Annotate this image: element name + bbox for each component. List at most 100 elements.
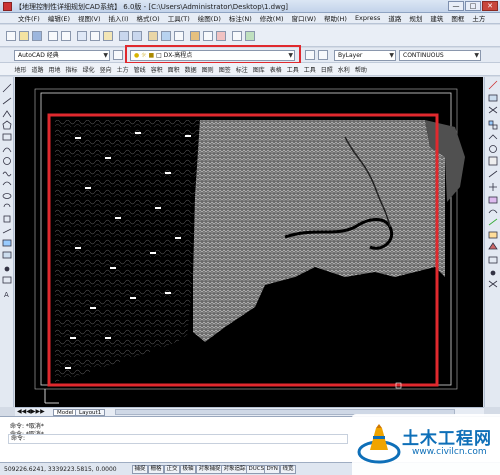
plugin-item[interactable]: 土方 <box>114 65 131 74</box>
plugin-item[interactable]: 日照 <box>318 65 335 74</box>
color-value: ByLayer <box>338 52 363 59</box>
design-center-icon[interactable] <box>203 31 213 41</box>
plugin-item[interactable]: 面积 <box>165 65 182 74</box>
plugin-item[interactable]: 帮助 <box>352 65 369 74</box>
layer-previous-icon[interactable] <box>318 50 328 60</box>
zoom-window-icon[interactable] <box>174 31 184 41</box>
paste-icon[interactable] <box>103 31 113 41</box>
plugin-item[interactable]: 工具 <box>301 65 318 74</box>
logo-icon <box>357 424 401 464</box>
menu-earthwork[interactable]: 土方 <box>468 13 489 23</box>
window-title: 【地理控制性详细规划CAD系统】 6.0版 - [C:\Users\Admini… <box>15 3 289 11</box>
close-button[interactable]: ✕ <box>482 1 498 11</box>
app-icon <box>3 2 12 11</box>
modify-tool-icons[interactable] <box>485 77 500 407</box>
calculator-icon[interactable] <box>232 31 242 41</box>
new-file-icon[interactable] <box>6 31 16 41</box>
ortho-toggle[interactable]: 正交 <box>164 465 181 474</box>
drawing-canvas[interactable] <box>15 77 483 407</box>
brand-name: 土木工程网 <box>402 429 492 449</box>
plugin-item[interactable]: 指标 <box>63 65 80 74</box>
menu-building[interactable]: 建筑 <box>426 13 447 23</box>
menu-view[interactable]: 视图(V) <box>74 13 105 23</box>
menu-tools[interactable]: 工具(T) <box>164 13 194 23</box>
menu-window[interactable]: 窗口(W) <box>287 13 320 23</box>
plugin-item[interactable]: 竖向 <box>97 65 114 74</box>
command-input[interactable]: 命令: <box>8 434 348 444</box>
plugin-item[interactable]: 图库 <box>250 65 267 74</box>
osnap-toggle[interactable]: 对象捕捉 <box>196 465 224 474</box>
menu-draw[interactable]: 绘图(D) <box>194 13 225 23</box>
menu-format[interactable]: 格式(O) <box>133 13 164 23</box>
make-current-icon[interactable] <box>305 50 315 60</box>
chevron-down-icon: ▼ <box>389 52 394 59</box>
plugin-item[interactable]: 水利 <box>335 65 352 74</box>
menu-help[interactable]: 帮助(H) <box>320 13 351 23</box>
brand-url: www.civilcn.com <box>412 447 487 457</box>
chevron-down-icon: ▼ <box>103 52 108 59</box>
plugin-item[interactable]: 道路 <box>29 65 46 74</box>
plugin-toolbar: 地形 道路 用地 指标 绿化 竖向 土方 管线 容积 面积 数据 图则 图签 标… <box>0 63 500 76</box>
maximize-button[interactable]: □ <box>465 1 481 11</box>
plugin-item[interactable]: 用地 <box>46 65 63 74</box>
plugin-item[interactable]: 绿化 <box>80 65 97 74</box>
dyn-toggle[interactable]: DYN <box>264 465 281 474</box>
title-bar: 【地理控制性详细规划CAD系统】 6.0版 - [C:\Users\Admini… <box>0 0 500 13</box>
snap-toggle[interactable]: 捕捉 <box>132 465 149 474</box>
preview-icon[interactable] <box>61 31 71 41</box>
undo-icon[interactable] <box>119 31 129 41</box>
plugin-item[interactable]: 管线 <box>131 65 148 74</box>
zoom-icon[interactable] <box>161 31 171 41</box>
plugin-item[interactable]: 标注 <box>233 65 250 74</box>
watermark-logo: 土木工程网 www.civilcn.com <box>352 414 500 475</box>
tab-model[interactable]: Model <box>53 409 78 416</box>
menu-dimension[interactable]: 标注(N) <box>225 13 256 23</box>
plugin-item[interactable]: 数据 <box>182 65 199 74</box>
map-drawing <box>34 88 465 404</box>
help-icon[interactable] <box>245 31 255 41</box>
otrack-toggle[interactable]: 对象追踪 <box>221 465 249 474</box>
pan-icon[interactable] <box>148 31 158 41</box>
workspace-select[interactable]: AutoCAD 经典 ▼ <box>14 50 110 61</box>
modify-toolbar <box>484 77 500 407</box>
menu-file[interactable]: 文件(F) <box>14 13 44 23</box>
plugin-item[interactable]: 表格 <box>267 65 284 74</box>
open-file-icon[interactable] <box>19 31 29 41</box>
layer-highlight-box <box>125 45 301 64</box>
menu-frame[interactable]: 图框 <box>447 13 468 23</box>
cut-icon[interactable] <box>77 31 87 41</box>
minimize-button[interactable]: — <box>448 1 464 11</box>
linetype-value: CONTINUOUS <box>403 52 444 59</box>
menu-road[interactable]: 道路 <box>384 13 405 23</box>
menu-planning[interactable]: 规划 <box>405 13 426 23</box>
menu-modify[interactable]: 修改(M) <box>256 13 288 23</box>
plugin-item[interactable]: 容积 <box>148 65 165 74</box>
properties-icon[interactable] <box>190 31 200 41</box>
draw-toolbar: A <box>0 77 14 407</box>
tab-layout1[interactable]: Layout1 <box>75 409 106 416</box>
standard-toolbar <box>0 25 500 47</box>
lineweight-toggle[interactable]: 线宽 <box>280 465 297 474</box>
save-icon[interactable] <box>32 31 42 41</box>
copy-icon[interactable] <box>90 31 100 41</box>
tab-nav-icon[interactable]: ◀◀◀▶▶▶ <box>17 408 45 415</box>
plugin-item[interactable]: 图则 <box>199 65 216 74</box>
menu-express[interactable]: Express <box>351 14 384 22</box>
grid-toggle[interactable]: 栅格 <box>148 465 165 474</box>
plugin-item[interactable]: 地形 <box>12 65 29 74</box>
plugin-item[interactable]: 图签 <box>216 65 233 74</box>
chevron-down-icon: ▼ <box>474 52 479 59</box>
svg-text:A: A <box>4 291 9 299</box>
color-select[interactable]: ByLayer ▼ <box>334 50 396 61</box>
redo-icon[interactable] <box>132 31 142 41</box>
linetype-select[interactable]: CONTINUOUS ▼ <box>399 50 481 61</box>
draw-tool-icons[interactable]: A <box>0 77 14 407</box>
menu-insert[interactable]: 插入(I) <box>105 13 133 23</box>
layer-manager-icon[interactable] <box>113 50 123 60</box>
menu-edit[interactable]: 编辑(E) <box>44 13 74 23</box>
plugin-item[interactable]: 工具 <box>284 65 301 74</box>
coordinates-readout: 509226.6241, 3339223.5815, 0.0000 <box>4 466 117 473</box>
polar-toggle[interactable]: 极轴 <box>180 465 197 474</box>
print-icon[interactable] <box>48 31 58 41</box>
tool-palette-icon[interactable] <box>216 31 226 41</box>
